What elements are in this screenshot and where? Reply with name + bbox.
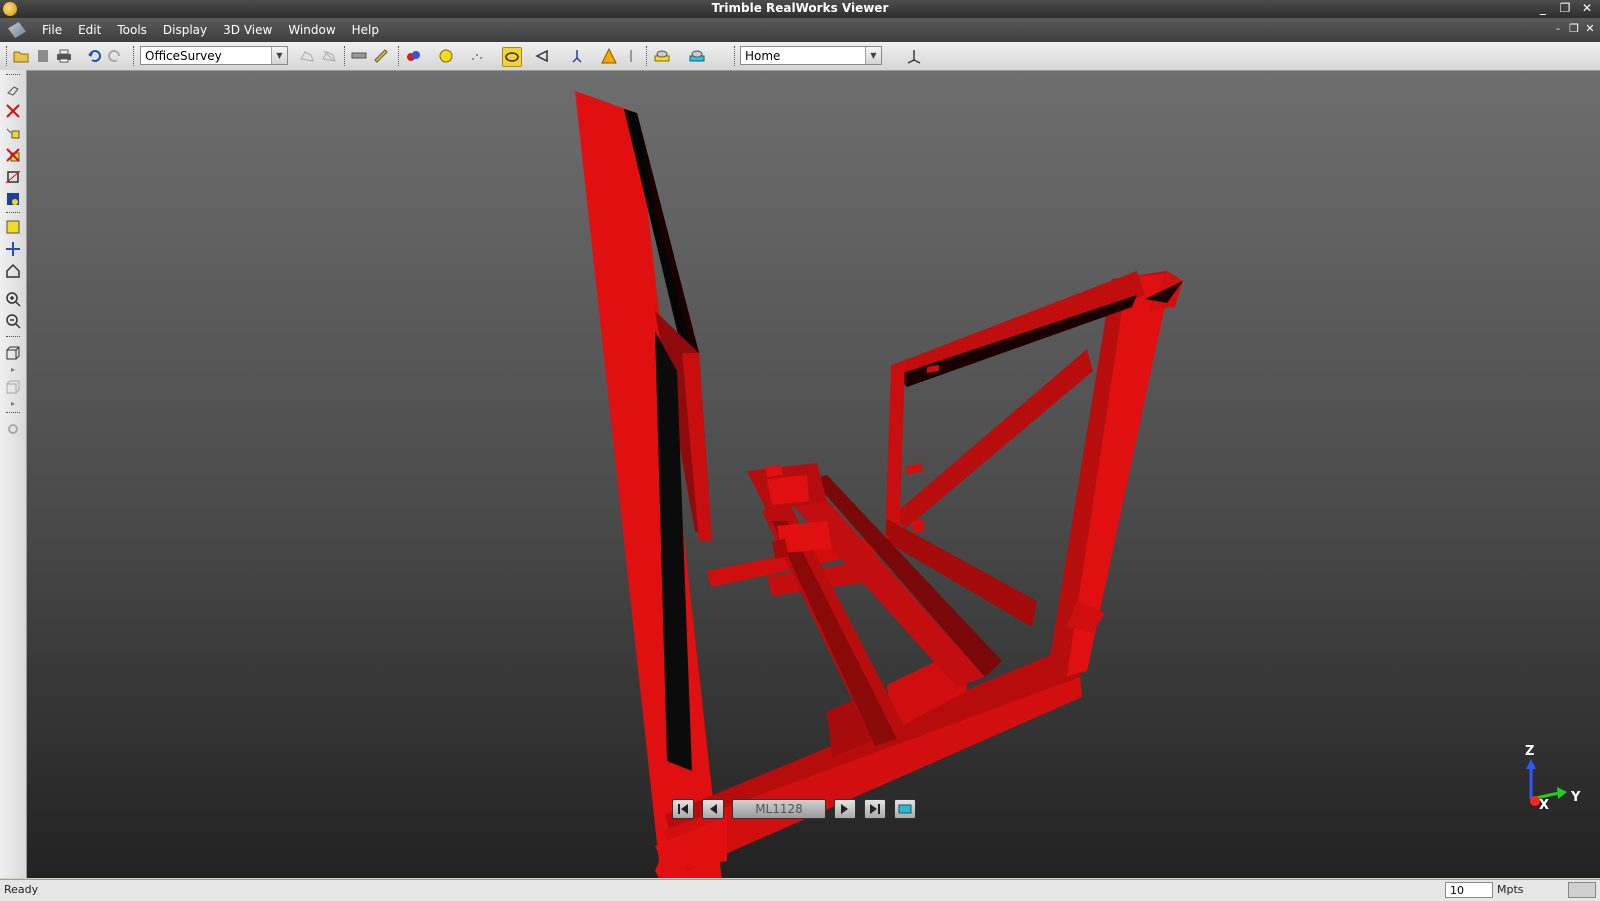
- view-combo[interactable]: Home ▼: [740, 46, 882, 65]
- project-combo[interactable]: OfficeSurvey ▼: [140, 46, 288, 65]
- color-mode-icon[interactable]: [405, 47, 423, 65]
- zoom-in-icon[interactable]: [4, 290, 22, 308]
- left-toolbar: ▸ ▸: [0, 70, 27, 878]
- info-icon[interactable]: [622, 47, 640, 65]
- points-field[interactable]: 10: [1445, 882, 1493, 898]
- zoom-out-icon[interactable]: [4, 312, 22, 330]
- box-select-icon[interactable]: [4, 168, 22, 186]
- points-unit: Mpts: [1497, 883, 1524, 896]
- status-bar: Ready 10 Mpts: [0, 879, 1600, 901]
- segment-icon[interactable]: [4, 102, 22, 120]
- pick-icon[interactable]: [4, 80, 22, 98]
- prev-station-button[interactable]: [702, 799, 724, 819]
- menu-bar: File Edit Tools Display 3D View Window H…: [0, 18, 1600, 42]
- layer-icon[interactable]: [653, 47, 671, 65]
- sphere-icon[interactable]: [437, 47, 455, 65]
- fence-clear-icon[interactable]: [320, 47, 338, 65]
- x-axis-label: X: [1539, 798, 1549, 813]
- z-axis-label: Z: [1525, 744, 1534, 759]
- first-station-button[interactable]: [672, 799, 694, 819]
- fence-icon[interactable]: [298, 47, 316, 65]
- undo-icon[interactable]: [85, 47, 103, 65]
- doc-minimize-button[interactable]: -: [1552, 22, 1564, 36]
- 3d-viewport[interactable]: ML1128 Z X Y: [27, 71, 1600, 878]
- station-player: ML1128: [672, 798, 916, 820]
- ruler-icon[interactable]: [372, 47, 390, 65]
- close-button[interactable]: ✕: [1578, 0, 1596, 16]
- zoom-extent-icon[interactable]: [4, 218, 22, 236]
- station-view-button[interactable]: [894, 799, 916, 819]
- view-combo-value: Home: [745, 49, 781, 63]
- home-view-icon[interactable]: [4, 262, 22, 280]
- axis-icon[interactable]: [905, 47, 923, 65]
- red-frame-model: [575, 91, 1183, 878]
- axis-indicator: Z X Y: [1525, 744, 1581, 813]
- warning-icon[interactable]: [600, 47, 618, 65]
- station-icon[interactable]: [568, 47, 586, 65]
- cloud-select-icon[interactable]: [4, 124, 22, 142]
- minimize-button[interactable]: _: [1534, 0, 1552, 16]
- measure-icon[interactable]: [350, 47, 368, 65]
- menu-display[interactable]: Display: [155, 18, 215, 42]
- menu-help[interactable]: Help: [344, 18, 387, 42]
- station-name: ML1128: [732, 799, 826, 819]
- menu-tools[interactable]: Tools: [109, 18, 155, 42]
- points-icon[interactable]: [468, 47, 486, 65]
- window-title: Trimble RealWorks Viewer: [711, 1, 889, 15]
- camera-icon[interactable]: [534, 47, 552, 65]
- status-tool-icon[interactable]: [1568, 882, 1596, 898]
- y-axis-label: Y: [1570, 790, 1581, 805]
- image-icon[interactable]: [4, 190, 22, 208]
- open-icon[interactable]: [12, 47, 30, 65]
- project-combo-value: OfficeSurvey: [145, 49, 222, 63]
- cube-view-icon[interactable]: [4, 344, 22, 362]
- pan-icon[interactable]: [4, 240, 22, 258]
- display-icon[interactable]: [688, 47, 706, 65]
- last-station-button[interactable]: [864, 799, 886, 819]
- redo-icon[interactable]: [106, 47, 124, 65]
- print-icon[interactable]: [55, 47, 73, 65]
- menu-window[interactable]: Window: [280, 18, 343, 42]
- chevron-down-icon[interactable]: ▼: [271, 47, 287, 64]
- toolbar-grip[interactable]: [6, 46, 9, 66]
- next-station-button[interactable]: [834, 799, 856, 819]
- menu-3d-view[interactable]: 3D View: [215, 18, 280, 42]
- cloud-remove-icon[interactable]: [4, 146, 22, 164]
- chevron-down-icon[interactable]: ▼: [865, 47, 881, 64]
- doc-restore-button[interactable]: ❐: [1568, 22, 1580, 36]
- status-text: Ready: [4, 883, 39, 896]
- main-toolbar: OfficeSurvey ▼ Home ▼: [0, 42, 1600, 71]
- doc-close-button[interactable]: ✕: [1584, 22, 1596, 36]
- title-bar: Trimble RealWorks Viewer _ ❐ ✕: [0, 0, 1600, 18]
- restore-button[interactable]: ❐: [1556, 0, 1574, 16]
- cube-disabled-icon[interactable]: [4, 378, 22, 396]
- settings-disabled-icon[interactable]: [4, 420, 22, 438]
- app-logo-icon[interactable]: [8, 22, 26, 38]
- menu-edit[interactable]: Edit: [70, 18, 109, 42]
- menu-file[interactable]: File: [34, 18, 70, 42]
- save-icon[interactable]: [34, 47, 52, 65]
- target-icon[interactable]: [502, 47, 522, 67]
